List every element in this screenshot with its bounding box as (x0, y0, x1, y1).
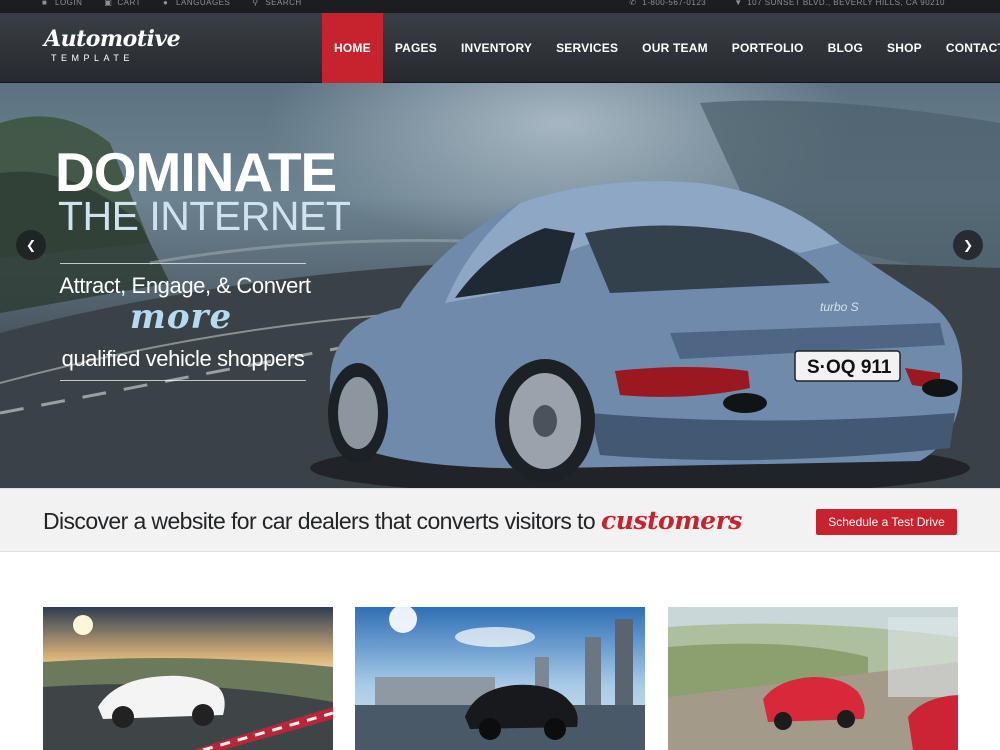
chevron-right-icon: ❯ (962, 238, 974, 252)
cart-icon: ▣ (104, 0, 113, 7)
nav-item-pages[interactable]: PAGES (383, 13, 449, 83)
login-link[interactable]: ■ LOGIN (42, 0, 82, 9)
showcase-image-track[interactable] (43, 607, 333, 750)
map-pin-icon: ▼ (734, 0, 743, 7)
nav-item-shop[interactable]: SHOP (875, 13, 934, 83)
nav-item-services[interactable]: SERVICES (544, 13, 630, 83)
slider-next-button[interactable]: ❯ (953, 230, 983, 260)
login-label: LOGIN (55, 0, 83, 7)
logo-name: Automotive (44, 26, 181, 52)
logo-tagline: TEMPLATE (51, 53, 134, 63)
nav-item-blog[interactable]: BLOG (816, 13, 875, 83)
hero-tagline-1: Attract, Engage, & Convert (59, 273, 311, 298)
cta-text: Discover a website for car dealers that … (43, 508, 596, 534)
site-header: Automotive TEMPLATE HOME PAGES INVENTORY… (0, 13, 1000, 83)
showcase-image-overlook[interactable] (668, 607, 958, 750)
schedule-test-drive-button[interactable]: Schedule a Test Drive (816, 509, 957, 535)
slider-prev-button[interactable]: ❮ (16, 230, 46, 260)
nav-item-contact[interactable]: CONTACT (934, 13, 1000, 83)
user-icon: ■ (42, 0, 48, 7)
nav-item-portfolio[interactable]: PORTFOLIO (720, 13, 816, 83)
showcase-image-city[interactable] (355, 607, 645, 750)
hero-tagline-3: qualified vehicle shoppers (61, 346, 305, 371)
cta-accent-word: customers (601, 506, 742, 535)
hero-divider-top (60, 263, 306, 264)
hero-tagline-2: more (129, 297, 233, 337)
search-link[interactable]: ⚲ SEARCH (252, 0, 301, 9)
address-info: ▼ 107 SUNSET BLVD., BEVERLY HILLS, CA 90… (734, 0, 945, 9)
nav-item-home[interactable]: HOME (322, 13, 383, 83)
phone-number: 1-800-567-0123 (642, 0, 707, 7)
main-nav: HOME PAGES INVENTORY SERVICES OUR TEAM P… (322, 13, 1000, 83)
license-plate-text: S·OQ 911 (807, 357, 892, 378)
languages-label: LANGUAGES (176, 0, 231, 7)
phone-icon: ✆ (629, 0, 637, 7)
contact-info: ✆ 1-800-567-0123 ▼ 107 SUNSET BLVD., BEV… (629, 0, 945, 9)
cart-label: CART (117, 0, 142, 7)
top-utility-bar: ■ LOGIN ▣ CART ● LANGUAGES ⚲ SEARCH ✆ 1-… (0, 0, 1000, 13)
nav-item-our-team[interactable]: OUR TEAM (630, 13, 720, 83)
address-text: 107 SUNSET BLVD., BEVERLY HILLS, CA 9021… (747, 0, 945, 7)
globe-icon: ● (163, 0, 169, 7)
cta-band: Discover a website for car dealers that … (0, 488, 1000, 552)
site-logo[interactable]: Automotive TEMPLATE (44, 26, 181, 71)
phone-info: ✆ 1-800-567-0123 (629, 0, 706, 9)
hero-headline-secondary: THE INTERNET (58, 193, 351, 239)
nav-item-inventory[interactable]: INVENTORY (449, 13, 544, 83)
hero-slider: turbo S S·OQ 911 DOMINATE THE INTERNET A… (0, 83, 1000, 488)
car-badge: turbo S (820, 300, 859, 314)
cta-message: Discover a website for car dealers that … (43, 506, 742, 535)
languages-link[interactable]: ● LANGUAGES (163, 0, 230, 9)
search-label: SEARCH (265, 0, 302, 7)
utility-links: ■ LOGIN ▣ CART ● LANGUAGES ⚲ SEARCH (42, 0, 302, 9)
search-icon: ⚲ (252, 0, 259, 7)
cart-link[interactable]: ▣ CART (104, 0, 141, 9)
chevron-left-icon: ❮ (25, 238, 37, 252)
hero-divider-bottom (60, 380, 306, 381)
